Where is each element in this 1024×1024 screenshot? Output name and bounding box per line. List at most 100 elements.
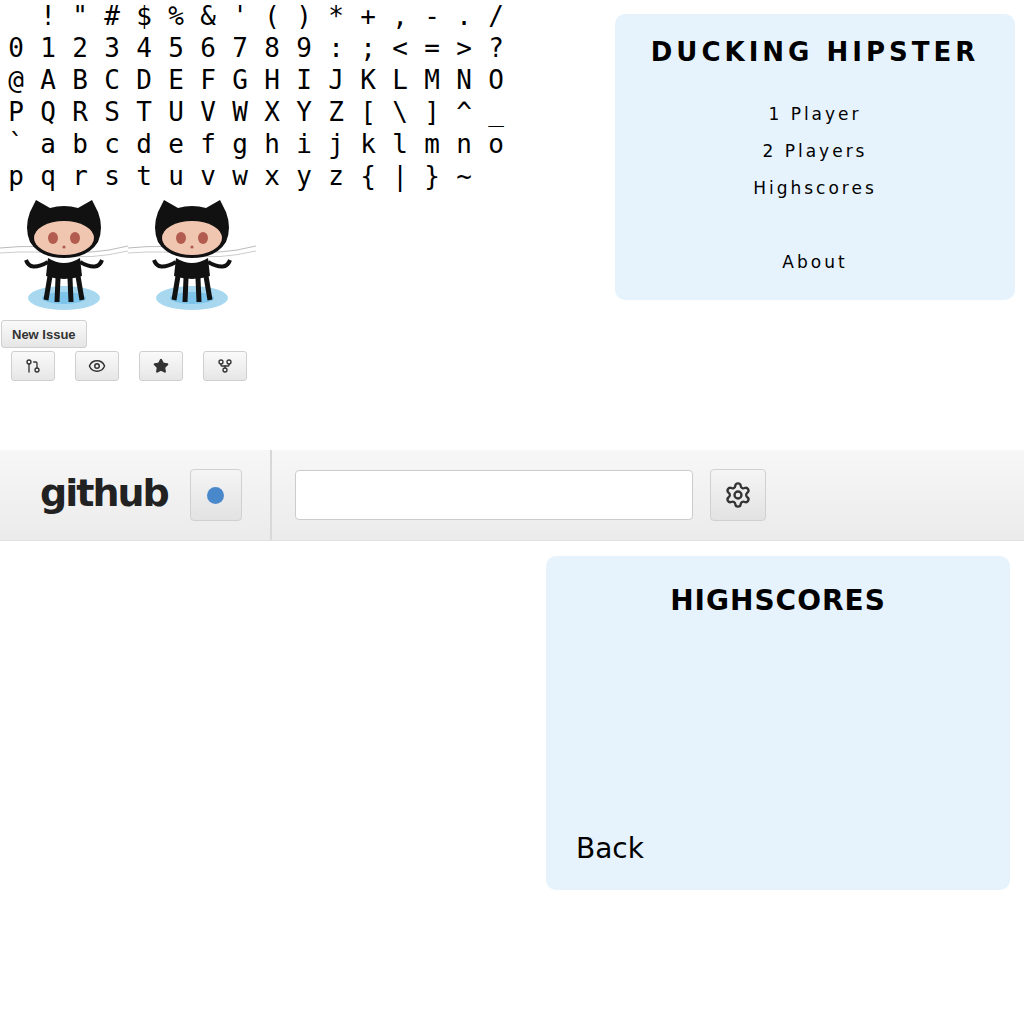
glyph: 5 [160,32,192,64]
glyph: % [160,0,192,32]
glyph: * [320,0,352,32]
pull-request-button[interactable] [11,351,55,381]
glyph: S [96,96,128,128]
glyph-row: pqrstuvwxyz{|}~ [0,160,512,192]
star-button[interactable] [139,351,183,381]
glyph: ^ [448,96,480,128]
glyph: A [32,64,64,96]
octocat-icon [128,198,256,314]
glyph: e [160,128,192,160]
menu-list: 1 Player2 PlayersHighscores About [753,96,877,281]
highscores-list [576,618,1010,832]
star-icon [153,358,169,374]
top-section: !"#$%&'()*+,-./0123456789:;<=>?@ABCDEFGH… [0,0,1024,450]
fork-button[interactable] [203,351,247,381]
menu-item[interactable]: 2 Players [763,133,868,170]
glyph: x [256,160,288,192]
glyph: k [352,128,384,160]
glyph: ` [0,128,32,160]
glyph: / [480,0,512,32]
fork-icon [217,358,233,374]
glyph: J [320,64,352,96]
glyph: V [192,96,224,128]
glyph: > [448,32,480,64]
glyph: H [256,64,288,96]
back-button[interactable]: Back [576,832,1010,866]
glyph: ' [224,0,256,32]
glyph: 7 [224,32,256,64]
menu-item[interactable]: 1 Player [768,96,861,133]
glyph: n [448,128,480,160]
glyph: U [160,96,192,128]
glyph: o [480,128,512,160]
github-logo[interactable]: github [40,471,168,519]
glyph: , [384,0,416,32]
glyph: $ [128,0,160,32]
glyph: L [384,64,416,96]
glyph-row: PQRSTUVWXYZ[\]^_ [0,96,512,128]
glyph: ~ [448,160,480,192]
glyph: 6 [192,32,224,64]
glyph: 2 [64,32,96,64]
glyph: M [416,64,448,96]
glyph-row: `abcdefghijklmno [0,128,512,160]
icon-button-row [0,351,512,381]
glyph: w [224,160,256,192]
glyph: _ [480,96,512,128]
glyph: { [352,160,384,192]
glyph: I [288,64,320,96]
glyph: P [0,96,32,128]
glyph: ? [480,32,512,64]
new-issue-button[interactable]: New Issue [1,320,87,348]
glyph: s [96,160,128,192]
glyph: D [128,64,160,96]
glyph: F [192,64,224,96]
glyph: b [64,128,96,160]
glyph: z [320,160,352,192]
glyph: ( [256,0,288,32]
gear-icon [724,481,752,509]
watch-button[interactable] [75,351,119,381]
glyph: N [448,64,480,96]
glyph: | [384,160,416,192]
glyph: t [128,160,160,192]
glyph: j [320,128,352,160]
glyph: q [32,160,64,192]
highscores-title: HIGHSCORES [670,584,886,618]
glyph: @ [0,64,32,96]
octocat-icon [0,198,128,314]
menu-item[interactable]: Highscores [753,170,877,207]
glyph: } [416,160,448,192]
glyph: R [64,96,96,128]
glyph: ; [352,32,384,64]
glyph: 8 [256,32,288,64]
highscores-panel: HIGHSCORES Back [546,556,1010,890]
glyph-row: 0123456789:;<=>? [0,32,512,64]
glyph: 0 [0,32,32,64]
main-menu: DUCKING HIPSTER1 Player2 PlayersHighscor… [615,14,1015,300]
glyph: m [416,128,448,160]
search-field[interactable] [295,470,693,520]
glyph: + [352,0,384,32]
atlas-column: !"#$%&'()*+,-./0123456789:;<=>?@ABCDEFGH… [0,0,512,450]
menu-item[interactable]: About [782,244,847,281]
settings-button[interactable] [710,469,766,521]
glyph: & [192,0,224,32]
glyph: u [160,160,192,192]
glyph: p [0,160,32,192]
glyph: G [224,64,256,96]
glyph: ) [288,0,320,32]
glyph: l [384,128,416,160]
glyph: ! [32,0,64,32]
glyph: i [288,128,320,160]
glyph: T [128,96,160,128]
status-dot [207,487,224,504]
glyph: K [352,64,384,96]
glyph: 3 [96,32,128,64]
glyph: X [256,96,288,128]
glyph: h [256,128,288,160]
glyph: # [96,0,128,32]
glyph: \ [384,96,416,128]
status-button[interactable] [190,469,242,521]
